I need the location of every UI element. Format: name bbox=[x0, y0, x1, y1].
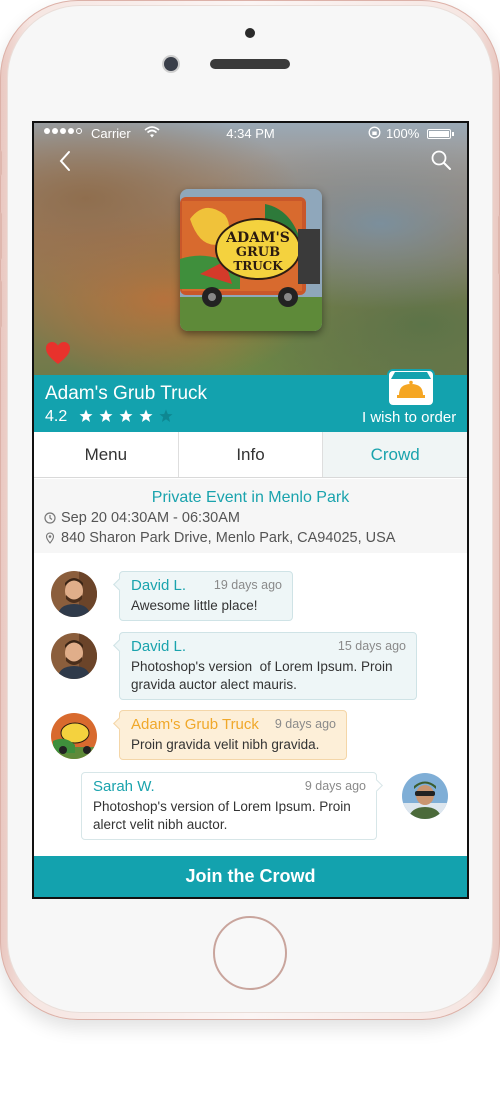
message-time: 9 days ago bbox=[274, 717, 336, 731]
svg-text:TRUCK: TRUCK bbox=[233, 259, 283, 273]
message-author[interactable]: Sarah W. bbox=[93, 778, 155, 795]
svg-text:GRUB: GRUB bbox=[236, 245, 280, 260]
phone-frame: Carrier 4:34 PM 100% ADAM'S GRUB TRUCK A… bbox=[0, 0, 500, 1020]
tab-crowd[interactable]: Crowd bbox=[323, 432, 467, 477]
event-title: Private Event in Menlo Park bbox=[151, 489, 350, 506]
avatar-david[interactable] bbox=[51, 571, 97, 617]
join-crowd-button[interactable]: Join the Crowd bbox=[34, 856, 467, 897]
status-bar: Carrier 4:34 PM 100% bbox=[34, 123, 467, 145]
svg-text:ADAM'S: ADAM'S bbox=[225, 230, 290, 246]
rotation-lock-icon bbox=[368, 126, 381, 139]
tab-bar: Menu Info Crowd bbox=[34, 432, 467, 478]
message-bubble: David L. 19 days ago Awesome little plac… bbox=[113, 571, 293, 621]
message-bubble: David L. 15 days ago Photoshop's version… bbox=[113, 632, 417, 700]
event-time: Sep 20 04:30AM - 06:30AM bbox=[61, 510, 240, 526]
tab-info[interactable]: Info bbox=[178, 432, 324, 477]
volume-down-button bbox=[0, 280, 2, 328]
star-icon bbox=[119, 409, 133, 422]
message-bubble: Adam's Grub Truck 9 days ago Proin gravi… bbox=[113, 710, 347, 760]
battery-icon bbox=[427, 129, 451, 139]
rating-stars bbox=[79, 409, 173, 423]
event-card: Private Event in Menlo Park Sep 20 04:30… bbox=[34, 479, 467, 553]
event-time-row: Sep 20 04:30AM - 06:30AM bbox=[44, 510, 240, 526]
message-author[interactable]: David L. bbox=[131, 577, 186, 594]
proximity-sensor bbox=[245, 28, 255, 38]
location-pin-icon bbox=[45, 532, 55, 544]
avatar-sarah[interactable] bbox=[402, 773, 448, 819]
message-text-line: gravida auctor alect mauris. bbox=[131, 677, 297, 692]
star-icon bbox=[139, 409, 153, 422]
battery-tip bbox=[452, 132, 454, 136]
message-author[interactable]: David L. bbox=[131, 638, 186, 655]
message-text-line: Photoshop's version of Lorem Ipsum. Proi… bbox=[93, 799, 351, 814]
star-empty-icon bbox=[159, 409, 173, 422]
order-button[interactable] bbox=[387, 369, 435, 407]
message-text: Proin gravida velit nibh gravida. bbox=[131, 737, 320, 752]
search-icon[interactable] bbox=[430, 149, 452, 171]
earpiece-speaker bbox=[210, 59, 290, 69]
message-text-line: Photoshop's version of Lorem Ipsum. Proi… bbox=[131, 659, 393, 674]
message-time: 9 days ago bbox=[304, 779, 366, 793]
order-bell-icon bbox=[391, 372, 431, 398]
message-text-line: alerct velit nibh auctor. bbox=[93, 817, 228, 832]
volume-up-button bbox=[0, 212, 2, 260]
message-bubble: Sarah W. 9 days ago Photoshop's version … bbox=[81, 772, 383, 840]
message-text: Awesome little place! bbox=[131, 598, 258, 613]
message-author[interactable]: Adam's Grub Truck bbox=[131, 716, 259, 733]
message-time: 19 days ago bbox=[213, 578, 282, 592]
truck-photo: ADAM'S GRUB TRUCK bbox=[180, 189, 322, 331]
order-label[interactable]: I wish to order bbox=[362, 409, 456, 426]
star-icon bbox=[79, 409, 93, 422]
event-address: 840 Sharon Park Drive, Menlo Park, CA940… bbox=[61, 530, 396, 546]
truck-name: Adam's Grub Truck bbox=[45, 383, 208, 404]
crowd-feed: David L. 19 days ago Awesome little plac… bbox=[34, 555, 467, 855]
avatar-truck[interactable] bbox=[51, 713, 97, 759]
front-camera bbox=[164, 57, 178, 71]
battery-percentage: 100% bbox=[386, 126, 420, 141]
mute-switch bbox=[0, 150, 2, 176]
heart-icon[interactable] bbox=[45, 341, 71, 365]
event-address-row: 840 Sharon Park Drive, Menlo Park, CA940… bbox=[44, 530, 395, 546]
avatar-david[interactable] bbox=[51, 633, 97, 679]
home-button[interactable] bbox=[213, 916, 287, 990]
tab-menu[interactable]: Menu bbox=[34, 432, 179, 477]
back-icon[interactable] bbox=[56, 149, 74, 173]
star-icon bbox=[99, 409, 113, 422]
app-screen: Carrier 4:34 PM 100% ADAM'S GRUB TRUCK A… bbox=[32, 121, 469, 899]
clock-icon bbox=[44, 512, 56, 524]
rating-value: 4.2 bbox=[45, 408, 68, 425]
message-time: 15 days ago bbox=[337, 639, 406, 653]
